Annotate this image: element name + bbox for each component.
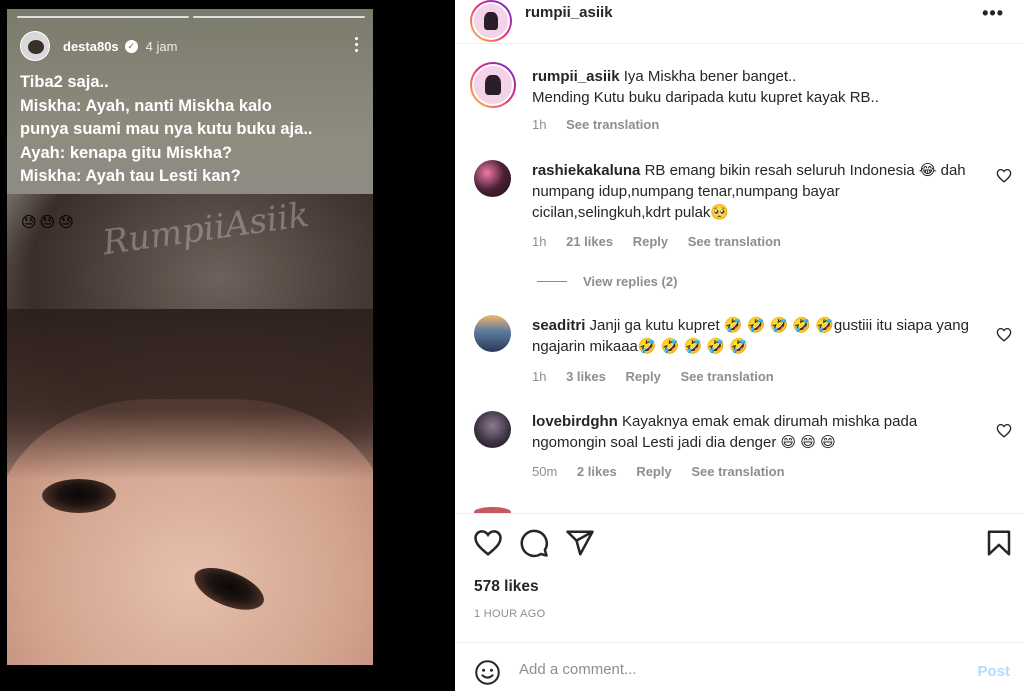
comments-list[interactable]: rumpii_asiik Iya Miskha bener banget.. M… — [455, 44, 1024, 513]
avatar[interactable] — [470, 62, 516, 108]
story-image: RumpiiAsiik desta80s ✓ 4 jam Tiba2 saja.… — [7, 9, 373, 665]
comment-time: 50m — [532, 464, 558, 479]
comment-input[interactable] — [519, 657, 959, 681]
story-text: Tiba2 saja.. Miskha: Ayah, nanti Miskha … — [20, 71, 313, 189]
emoji-icon[interactable] — [474, 659, 501, 686]
comment-username[interactable]: lovebirdghn — [532, 413, 618, 430]
story-username[interactable]: desta80s — [63, 39, 119, 54]
heart-icon[interactable] — [473, 528, 503, 558]
likes-count[interactable]: 21 likes — [566, 234, 613, 249]
post-timestamp: 1 HOUR AGO — [474, 608, 546, 620]
comment-username[interactable]: rumpii_asiik — [532, 68, 620, 85]
post-panel: rumpii_asiik ••• rumpii_asiik Iya Miskha… — [455, 0, 1024, 691]
action-bar — [455, 528, 1024, 564]
see-translation-link[interactable]: See translation — [688, 234, 781, 249]
comment-icon[interactable] — [519, 528, 549, 558]
post-header: rumpii_asiik ••• — [455, 0, 1024, 44]
story-line: Tiba2 saja.. — [20, 73, 109, 91]
comment-text: Janji ga kutu kupret 🤣 🤣 🤣 🤣 🤣gustiii it… — [532, 317, 969, 355]
post-button[interactable]: Post — [977, 663, 1010, 680]
account-name[interactable]: rumpii_asiik — [525, 4, 613, 21]
likes-count[interactable]: 2 likes — [577, 464, 617, 479]
view-replies-label[interactable]: View replies (2) — [583, 274, 677, 289]
story-time: 4 jam — [145, 38, 178, 54]
caption-text: Iya Miskha bener banget.. — [623, 68, 797, 85]
bookmark-icon[interactable] — [984, 528, 1014, 558]
divider — [455, 513, 1024, 514]
verified-icon: ✓ — [124, 39, 138, 53]
see-translation-link[interactable]: See translation — [566, 117, 659, 132]
more-options-icon[interactable]: ••• — [982, 3, 1004, 24]
avatar[interactable] — [20, 31, 50, 61]
story-panel: RumpiiAsiik desta80s ✓ 4 jam Tiba2 saja.… — [0, 0, 455, 691]
story-line: punya suami mau nya kutu buku aja.. — [20, 120, 313, 138]
avatar[interactable] — [474, 160, 511, 197]
avatar[interactable] — [470, 0, 512, 42]
story-emojis: 😓😓😓 — [21, 214, 77, 231]
comment-username[interactable]: rashiekakaluna — [532, 162, 640, 179]
likes-count[interactable]: 3 likes — [566, 369, 606, 384]
comment-time: 1h — [532, 234, 547, 249]
heart-icon[interactable] — [996, 327, 1012, 342]
story-line: Ayah: kenapa gitu Miskha? — [20, 143, 233, 162]
avatar[interactable] — [474, 315, 511, 352]
caption-text: Mending Kutu buku daripada kutu kupret k… — [532, 89, 879, 106]
comment-time: 1h — [532, 369, 547, 384]
see-translation-link[interactable]: See translation — [681, 369, 774, 384]
heart-icon[interactable] — [996, 168, 1012, 183]
heart-icon[interactable] — [996, 423, 1012, 438]
comment-time: 1h — [532, 117, 547, 132]
reply-button[interactable]: Reply — [625, 369, 660, 384]
story-header: desta80s ✓ 4 jam — [20, 31, 177, 61]
avatar[interactable] — [474, 411, 511, 448]
share-icon[interactable] — [565, 528, 595, 558]
reply-button[interactable]: Reply — [636, 464, 671, 479]
story-line: Miskha: Ayah, nanti Miskha kalo — [20, 96, 272, 115]
comment-username[interactable]: seaditri — [532, 317, 585, 334]
add-comment-bar: Post — [455, 643, 1024, 691]
more-icon[interactable] — [355, 37, 359, 55]
reply-button[interactable]: Reply — [633, 234, 668, 249]
story-progress-bar — [17, 16, 365, 18]
see-translation-link[interactable]: See translation — [691, 464, 784, 479]
view-replies-button[interactable]: View replies (2) — [537, 274, 677, 289]
story-line: Miskha: Ayah tau Lesti kan? — [20, 167, 241, 185]
post-likes-count[interactable]: 578 likes — [474, 578, 539, 596]
